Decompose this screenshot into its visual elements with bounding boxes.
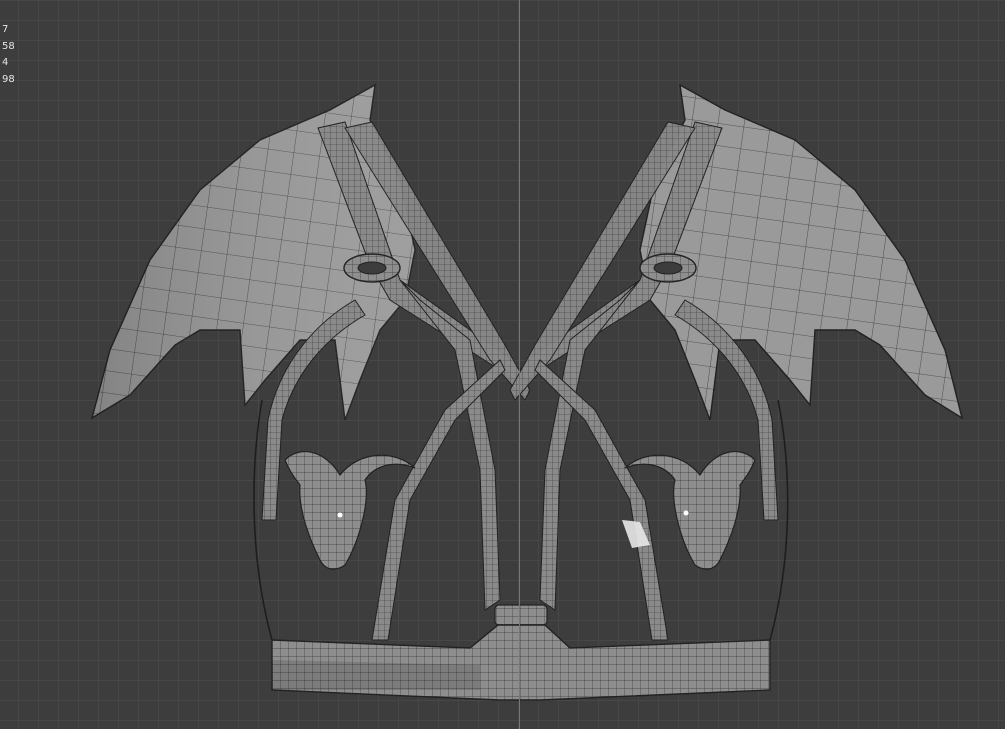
statistics-overlay: 7 58 4 98 (2, 22, 15, 88)
3d-viewport[interactable]: 7 58 4 98 (0, 0, 1005, 729)
base-band (271, 624, 771, 701)
stat-line: 7 (2, 24, 9, 35)
z-axis-line (519, 0, 520, 729)
stat-line: 58 (2, 40, 15, 52)
stat-line: 98 (2, 73, 15, 85)
harness-mesh (90, 83, 964, 701)
stat-line: 4 (2, 57, 9, 68)
